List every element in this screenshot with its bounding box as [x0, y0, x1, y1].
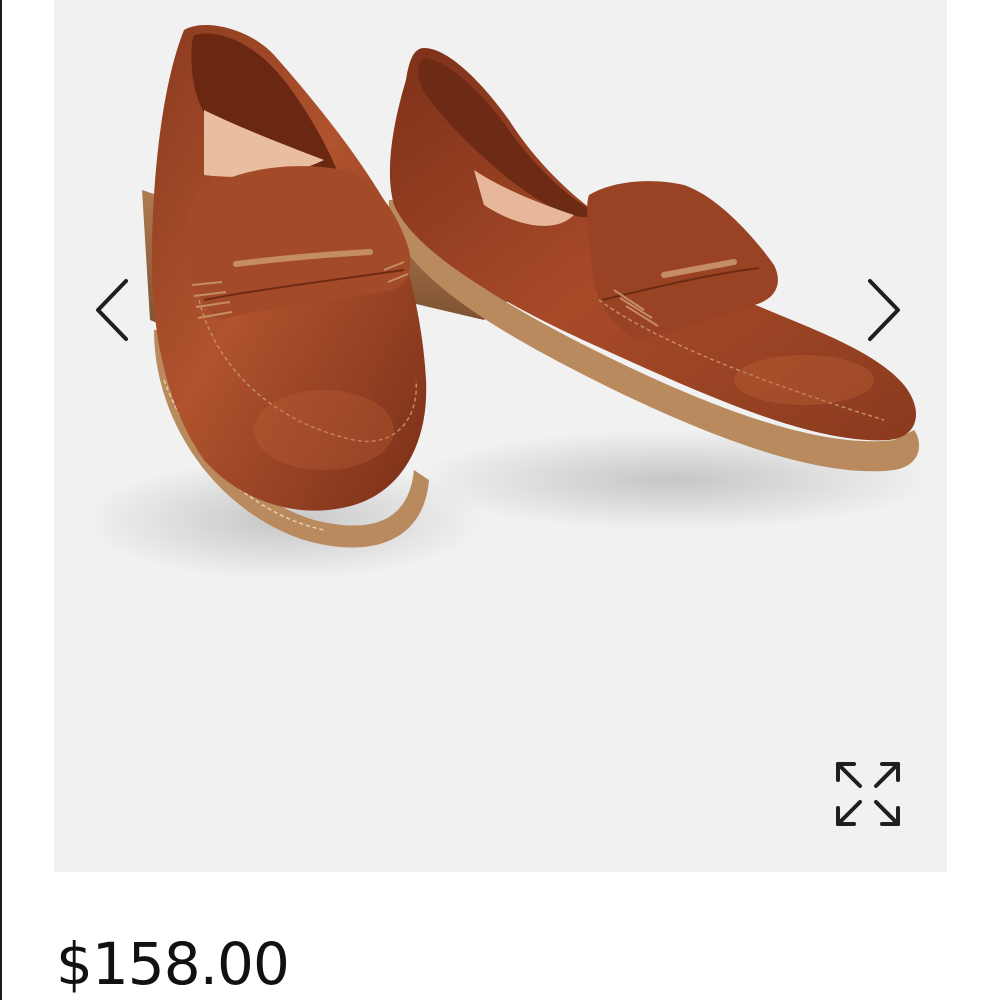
chevron-right-icon — [868, 279, 900, 341]
expand-image-button[interactable] — [832, 758, 904, 830]
chevron-left-icon — [96, 279, 128, 341]
right-loafer — [383, 48, 920, 472]
product-page: $158.00 — [0, 0, 1000, 1000]
previous-image-button[interactable] — [92, 275, 132, 345]
page-left-border — [0, 0, 2, 1000]
product-image — [84, 24, 934, 580]
product-price: $158.00 — [56, 930, 290, 998]
product-image-gallery[interactable] — [54, 0, 947, 872]
expand-arrows-icon — [836, 762, 900, 826]
next-image-button[interactable] — [864, 275, 904, 345]
